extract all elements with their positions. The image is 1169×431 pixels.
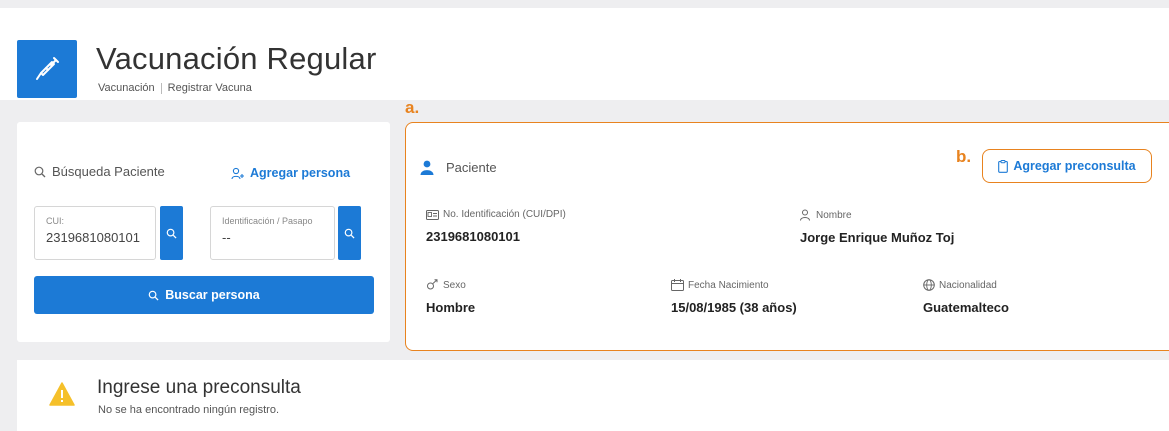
id-search-button[interactable]	[338, 206, 361, 260]
globe-icon	[923, 279, 935, 291]
calendar-icon	[671, 279, 684, 291]
breadcrumb-item-vacunacion[interactable]: Vacunación	[98, 82, 155, 94]
add-preconsulta-button[interactable]: Agregar preconsulta	[982, 149, 1152, 183]
id-card-icon	[426, 209, 439, 220]
annotation-a: a.	[405, 98, 420, 117]
notice-subtitle: No se ha encontrado ningún registro.	[98, 404, 280, 416]
patient-name-label: Nombre	[816, 209, 852, 221]
patient-dob-info: Fecha Nacimiento 15/08/1985 (38 años)	[671, 279, 797, 315]
search-person-label: Buscar persona	[165, 288, 260, 302]
id-passport-label: Identificación / Pasapo	[222, 216, 313, 226]
cui-value[interactable]: 2319681080101	[46, 230, 140, 245]
search-person-button[interactable]: Buscar persona	[34, 276, 374, 314]
search-icon	[166, 228, 177, 239]
clipboard-icon	[998, 159, 1009, 173]
patient-dob-value: 15/08/1985 (38 años)	[671, 300, 797, 315]
patient-nationality-value: Guatemalteco	[923, 300, 1009, 315]
id-passport-value[interactable]: --	[222, 230, 231, 245]
add-user-icon	[231, 167, 244, 179]
cui-search-button[interactable]	[160, 206, 183, 260]
patient-title: Paciente	[420, 160, 497, 175]
patient-dob-label: Fecha Nacimiento	[688, 279, 769, 291]
search-icon	[34, 166, 46, 177]
add-person-label: Agregar persona	[250, 166, 351, 180]
search-icon	[344, 228, 355, 239]
search-icon	[148, 290, 159, 301]
add-person-button[interactable]: Agregar persona	[231, 166, 350, 180]
patient-sex-value: Hombre	[426, 300, 476, 315]
annotation-b: b.	[956, 147, 972, 166]
search-panel: Búsqueda Paciente Agregar persona CUI: 2…	[17, 122, 390, 342]
page-header: Vacunación Regular Vacunación Registrar …	[0, 8, 1169, 100]
breadcrumb: Vacunación Registrar Vacuna	[98, 82, 252, 94]
gender-icon	[427, 279, 438, 290]
user-icon	[420, 160, 434, 175]
patient-nationality-info: Nacionalidad Guatemalteco	[923, 279, 1009, 315]
patient-id-value: 2319681080101	[426, 229, 520, 244]
cui-field[interactable]: CUI: 2319681080101	[34, 206, 156, 260]
patient-id-info: No. Identificación (CUI/DPI) 23196810801…	[426, 209, 566, 244]
id-passport-field[interactable]: Identificación / Pasapo --	[210, 206, 335, 260]
person-icon	[800, 209, 810, 221]
patient-title-label: Paciente	[446, 160, 497, 175]
warning-icon	[49, 382, 75, 411]
syringe-icon	[17, 40, 77, 98]
patient-sex-info: Sexo Hombre	[426, 279, 475, 315]
patient-sex-label: Sexo	[443, 279, 466, 291]
patient-nationality-label: Nacionalidad	[939, 279, 997, 291]
page-title: Vacunación Regular	[96, 41, 377, 76]
patient-id-label: No. Identificación (CUI/DPI)	[443, 209, 566, 220]
search-title: Búsqueda Paciente	[34, 164, 165, 179]
patient-name-value: Jorge Enrique Muñoz Toj	[800, 230, 955, 245]
patient-card: Paciente b. Agregar preconsulta No. Iden…	[405, 122, 1169, 351]
breadcrumb-separator	[160, 82, 162, 94]
patient-name-info: Nombre Jorge Enrique Muñoz Toj	[800, 209, 954, 245]
search-title-label: Búsqueda Paciente	[52, 164, 165, 179]
notice-title: Ingrese una preconsulta	[97, 377, 301, 398]
preconsulta-notice: Ingrese una preconsulta No se ha encontr…	[17, 360, 1169, 431]
breadcrumb-item-registrar: Registrar Vacuna	[167, 82, 252, 94]
cui-label: CUI:	[46, 216, 64, 226]
add-preconsulta-label: Agregar preconsulta	[1013, 159, 1136, 173]
